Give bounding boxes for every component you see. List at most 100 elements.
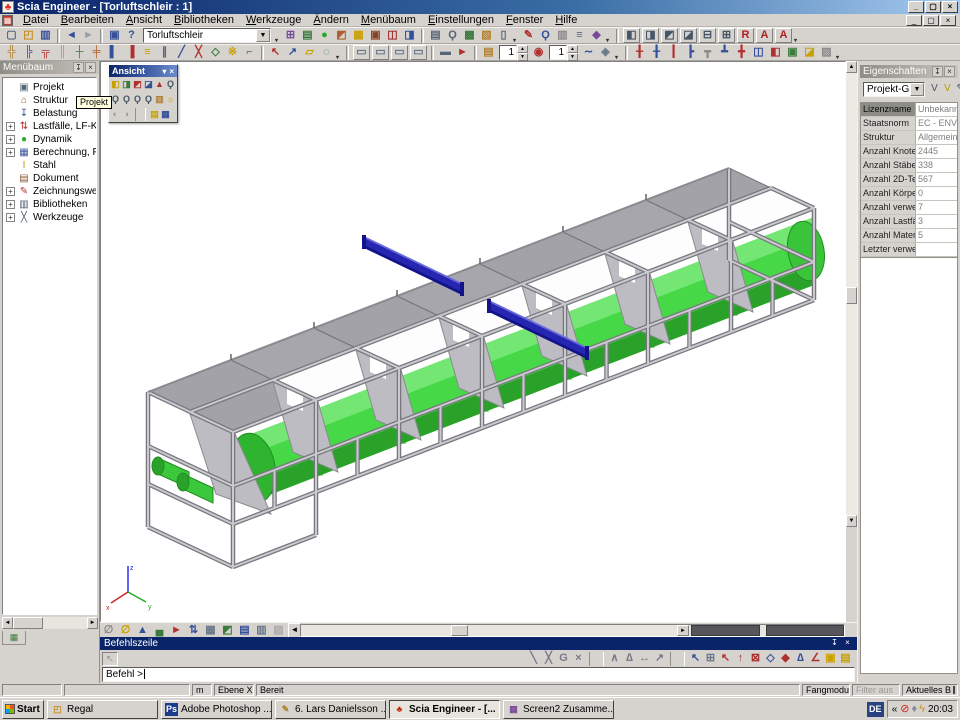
project-data-icon[interactable]: ⊞	[282, 28, 299, 43]
cross-brace-icon[interactable]: ╳	[190, 45, 207, 60]
scroll-left-icon[interactable]: ◄	[2, 617, 13, 629]
minimize-button[interactable]: _	[908, 1, 924, 13]
taskbar-button[interactable]: ✎ 6. Lars Danielsson ...	[275, 700, 386, 719]
layers-icon[interactable]: ▦	[350, 28, 367, 43]
property-row[interactable]: Anzahl 2D-Tei... 567	[861, 173, 957, 187]
toolbar-icon[interactable]	[274, 28, 282, 43]
menu-item[interactable]: Hilfe	[549, 14, 583, 27]
expand-icon[interactable]: +	[6, 213, 15, 222]
snap-clear-icon[interactable]: ×	[571, 651, 586, 666]
snap-solid-icon[interactable]: ◆	[778, 651, 793, 666]
perspective-icon[interactable]: ▦	[160, 108, 171, 121]
snap-extend-icon[interactable]: ↔	[637, 651, 652, 666]
snap-edge-icon[interactable]: ↑	[733, 651, 748, 666]
cross-link-icon[interactable]: ≡	[139, 45, 156, 60]
view-direction-icon[interactable]: ▲	[154, 78, 165, 91]
tree-item[interactable]: ▣ Projekt	[3, 81, 96, 94]
results-icon[interactable]: ▥	[554, 28, 571, 43]
column-icon[interactable]: ╦	[37, 45, 54, 60]
flag-icon[interactable]: ►	[168, 623, 185, 638]
render-mode-icon-3[interactable]: A	[775, 28, 792, 43]
status-plane[interactable]: Ebene XY	[214, 684, 254, 696]
plate-icon[interactable]: ║	[54, 45, 71, 60]
snap-tangent-icon[interactable]: ∆	[793, 651, 808, 666]
dot-grid-icon[interactable]: ⊞	[703, 651, 718, 666]
expand-icon[interactable]	[6, 96, 15, 105]
property-row[interactable]: Anzahl verwen... 7	[861, 201, 957, 215]
toolbar-icon[interactable]	[421, 29, 424, 43]
zoom-text-icon[interactable]: Ϙ	[165, 78, 176, 91]
menu-item[interactable]: Werkzeuge	[240, 14, 307, 27]
render-view-icon[interactable]: ◩	[219, 623, 236, 638]
property-row[interactable]: Anzahl Lastfäll... 3	[861, 215, 957, 229]
inactive-icon[interactable]: ▨	[270, 623, 287, 638]
taskbar-button[interactable]: Ps Adobe Photoshop ...	[161, 700, 272, 719]
print-icon[interactable]: ▤	[427, 28, 444, 43]
chevron-down-icon[interactable]: ▼	[910, 83, 924, 96]
free-form-icon[interactable]: ※	[224, 45, 241, 60]
clip-off-icon[interactable]: ∅	[100, 623, 117, 638]
clipboard-icon[interactable]: ▤	[480, 45, 497, 60]
document-icon[interactable]: ▯	[495, 28, 512, 43]
support-icon[interactable]: ┳	[699, 45, 716, 60]
sort-icon[interactable]: ⇅	[185, 623, 202, 638]
window-layout-icon-4[interactable]: ◪	[680, 28, 697, 43]
undo-icon[interactable]: ◄	[63, 28, 80, 43]
menu-item[interactable]: Bibliotheken	[168, 14, 240, 27]
member-profile-icon[interactable]: ┃	[665, 45, 682, 60]
toolbar-icon[interactable]	[474, 46, 477, 60]
zoom-window-icon[interactable]: Ϙ	[132, 93, 143, 106]
scrollbar-thumb[interactable]	[451, 625, 468, 636]
truss-icon[interactable]: ∥	[156, 45, 173, 60]
zoom-selection-icon[interactable]: Ϙ	[537, 28, 554, 43]
status-active-layer[interactable]: Aktuelles B	[902, 684, 958, 696]
select-pointer-icon[interactable]: ↖	[267, 45, 284, 60]
ansicht-titlebar[interactable]: Ansicht ▾ ×	[109, 65, 177, 77]
start-button[interactable]: Start	[2, 700, 44, 719]
calculation-icon[interactable]: ✎	[520, 28, 537, 43]
help-icon[interactable]: ?	[123, 28, 140, 43]
clock[interactable]: 20:03	[928, 704, 953, 715]
menu-item[interactable]: Fenster	[500, 14, 549, 27]
property-row[interactable]: Anzahl Materi... 5	[861, 229, 957, 243]
diagonal-icon[interactable]: ╱	[173, 45, 190, 60]
scroll-up-icon[interactable]: ▲	[846, 61, 857, 73]
wall-icon[interactable]: ┼	[71, 45, 88, 60]
step-spinner[interactable]: 1 ▲▼	[549, 45, 578, 60]
concrete-icon[interactable]: ◆	[588, 28, 605, 43]
property-row[interactable]: Anzahl Knoten: 2445	[861, 145, 957, 159]
window-layout-icon-6[interactable]: ⊞	[718, 28, 735, 43]
snap-grid-icon[interactable]: G	[556, 651, 571, 666]
tree-item[interactable]: + ▦ Berechnung, FE-Netz	[3, 146, 96, 159]
taskbar-button[interactable]: ♣ Scia Engineer - [...	[389, 700, 500, 719]
axis-display-icon[interactable]: ▲	[134, 623, 151, 638]
toolbar-icon[interactable]	[431, 46, 434, 60]
book-icon[interactable]: ▤	[236, 623, 253, 638]
snap-mid-icon[interactable]: ∧	[607, 651, 622, 666]
mdi-close-button[interactable]: ×	[940, 15, 956, 26]
open-project-icon[interactable]: ◰	[20, 28, 37, 43]
tree-horizontal-scrollbar[interactable]: ◄ ►	[2, 617, 98, 629]
window-layout-icon-5[interactable]: ⊟	[699, 28, 716, 43]
command-input[interactable]: Befehl >	[102, 667, 855, 682]
rib-icon[interactable]: ▌	[105, 45, 122, 60]
close-window-icon[interactable]: ▣	[106, 28, 123, 43]
toolbar-icon[interactable]	[614, 45, 622, 60]
power-tray-icon[interactable]: ϟ	[919, 704, 925, 715]
window-layout-icon-2[interactable]: ◨	[642, 28, 659, 43]
snap-angle-icon[interactable]: ∠	[808, 651, 823, 666]
check-nodes-icon[interactable]: ▣	[784, 45, 801, 60]
menu-item[interactable]: Ändern	[307, 14, 354, 27]
tree-item[interactable]: I Stahl	[3, 159, 96, 172]
status-unit[interactable]: m	[192, 684, 212, 696]
light-icon[interactable]: ☼	[165, 93, 176, 106]
toolbar-icon[interactable]	[335, 45, 343, 60]
snap-cross-icon[interactable]: ╳	[541, 651, 556, 666]
pane-layout-icon-2[interactable]: ▭	[372, 45, 389, 60]
edit-pencil-icon[interactable]: ✎	[954, 82, 960, 96]
select-polygon-icon[interactable]: ▱	[301, 45, 318, 60]
moment-icon[interactable]: ╋	[733, 45, 750, 60]
copy-view-icon[interactable]: ◐	[110, 108, 121, 121]
expand-icon[interactable]: +	[6, 135, 15, 144]
tree-item[interactable]: + ✎ Zeichnungswerkzeuge	[3, 185, 96, 198]
